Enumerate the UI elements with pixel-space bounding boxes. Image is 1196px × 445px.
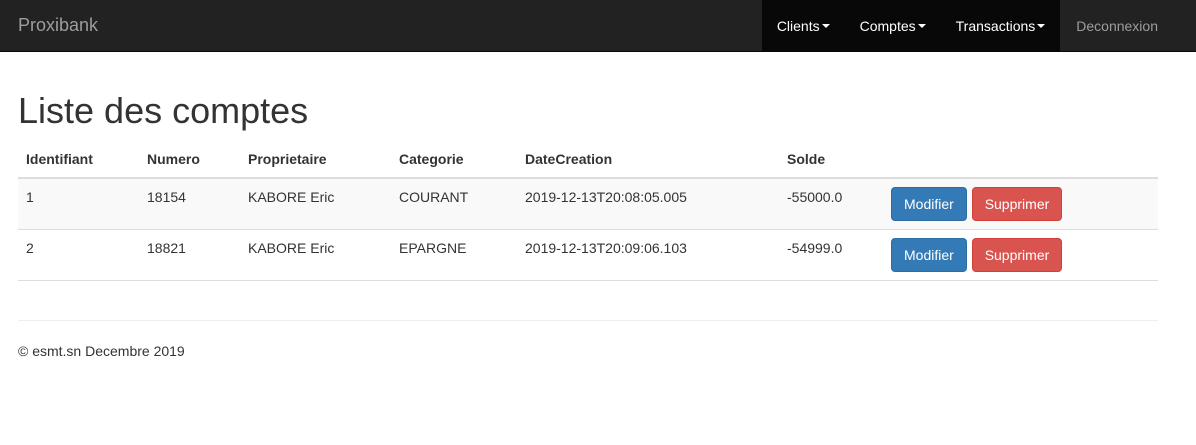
logout-link[interactable]: Deconnexion [1060,0,1196,51]
table-row: 2 18821 KABORE Eric EPARGNE 2019-12-13T2… [18,228,1158,281]
caret-down-icon [917,23,926,28]
cell-datecreation: 2019-12-13T20:09:06.103 [517,228,779,281]
table-header-row: Identifiant Numero Proprietaire Categori… [18,140,1158,179]
nav-clients-label: Clients [776,17,820,34]
cell-solde: -55000.0 [779,177,883,229]
nav-transactions-label: Transactions [955,17,1036,34]
modifier-button[interactable]: Modifier [891,237,967,272]
table-row: 1 18154 KABORE Eric COURANT 2019-12-13T2… [18,177,1158,229]
cell-identifiant: 2 [18,228,139,281]
header-categorie: Categorie [391,140,517,179]
nav-comptes-label: Comptes [859,17,916,34]
caret-down-icon [1037,23,1046,28]
cell-actions: Modifier Supprimer [883,177,1158,229]
cell-proprietaire: KABORE Eric [240,177,391,229]
header-identifiant: Identifiant [18,140,139,179]
header-datecreation: DateCreation [517,140,779,179]
accounts-table: Identifiant Numero Proprietaire Categori… [18,140,1158,281]
header-numero: Numero [139,140,240,179]
header-proprietaire: Proprietaire [240,140,391,179]
cell-proprietaire: KABORE Eric [240,228,391,281]
header-actions [883,140,1158,179]
page-title: Liste des comptes [18,90,309,131]
cell-numero: 18821 [139,228,240,281]
nav-menu: Clients Comptes Transactions Deconnexion [761,0,1196,51]
cell-solde: -54999.0 [779,228,883,281]
brand-link[interactable]: Proxibank [18,15,98,35]
cell-datecreation: 2019-12-13T20:08:05.005 [517,177,779,229]
nav-clients-dropdown[interactable]: Clients [761,0,845,51]
header-solde: Solde [779,140,883,179]
nav-transactions-dropdown[interactable]: Transactions [940,0,1061,51]
modifier-button[interactable]: Modifier [891,187,967,221]
navbar: Proxibank Clients Comptes Transactions D… [0,0,1196,52]
cell-numero: 18154 [139,177,240,229]
nav-comptes-dropdown[interactable]: Comptes [844,0,941,51]
cell-actions: Modifier Supprimer [883,228,1158,281]
supprimer-button[interactable]: Supprimer [971,187,1063,221]
footer-copyright: © esmt.sn Decembre 2019 [18,343,185,359]
supprimer-button[interactable]: Supprimer [971,237,1063,272]
cell-identifiant: 1 [18,177,139,229]
footer-divider [18,320,1158,321]
cell-categorie: EPARGNE [391,228,517,281]
caret-down-icon [821,23,830,28]
cell-categorie: COURANT [391,177,517,229]
